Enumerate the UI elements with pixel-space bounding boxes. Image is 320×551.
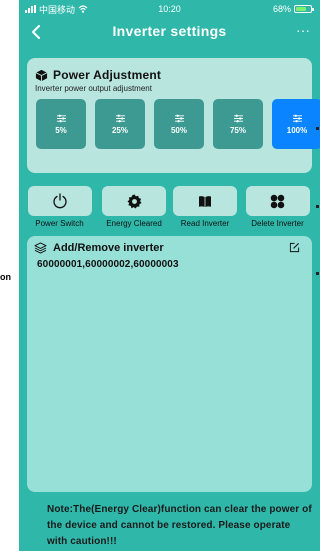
power-level-50-button[interactable]: 50%: [154, 99, 204, 149]
power-level-label: 5%: [55, 125, 67, 135]
delete-inverter-label: Delete Inverter: [251, 219, 304, 228]
power-level-label: 25%: [111, 125, 128, 135]
layers-icon: [34, 242, 47, 254]
book-icon: [199, 195, 211, 207]
cube-icon: [35, 69, 48, 81]
inverter-list-card: Add/Remove inverter 60000001,60000002,60…: [27, 236, 312, 492]
energy-clear-warning-note: Note:The(Energy Clear)function can clear…: [47, 504, 312, 547]
sliders-icon: [292, 114, 302, 122]
read-inverter-button[interactable]: Read Inverter: [173, 186, 237, 231]
power-level-label: 50%: [170, 125, 187, 135]
background-edge-text: on: [0, 272, 11, 282]
app-screen: 中国移动 10:20 68% Inverter settings ··· Pow…: [19, 0, 320, 551]
power-switch-button[interactable]: Power Switch: [27, 186, 92, 231]
power-adjustment-card: Power Adjustment Inverter power output a…: [27, 58, 320, 173]
clover-icon: [270, 194, 285, 208]
power-subtitle: Inverter power output adjustment: [35, 84, 152, 93]
sliders-icon: [115, 114, 125, 122]
edge-marker: [316, 272, 319, 275]
battery-icon: [294, 5, 314, 13]
status-right: 68%: [272, 4, 314, 14]
power-level-label: 75%: [229, 125, 246, 135]
power-switch-label: Power Switch: [35, 219, 84, 228]
energy-cleared-box: [102, 186, 166, 216]
sliders-icon: [174, 114, 184, 122]
power-header: Power Adjustment: [35, 68, 161, 82]
power-icon: [52, 193, 67, 209]
power-level-label: 100%: [286, 125, 308, 135]
inverter-list-header: Add/Remove inverter: [34, 242, 164, 254]
battery-percent: 68%: [272, 4, 291, 14]
sliders-icon: [233, 114, 243, 122]
power-title: Power Adjustment: [53, 68, 162, 82]
power-level-buttons: 5% 25% 50% 75% 100%: [36, 99, 320, 149]
delete-inverter-box: [245, 186, 310, 216]
power-level-5-button[interactable]: 5%: [36, 99, 86, 149]
edit-icon[interactable]: [289, 242, 300, 253]
gear-icon: [126, 193, 142, 209]
energy-cleared-button[interactable]: Energy Cleared: [99, 186, 169, 231]
power-level-100-button[interactable]: 100%: [272, 99, 320, 149]
inverter-id-list: 60000001,60000002,60000003: [37, 259, 179, 270]
power-level-75-button[interactable]: 75%: [213, 99, 263, 149]
read-inverter-box: [173, 186, 237, 216]
more-button[interactable]: ···: [292, 22, 314, 42]
page-title: Inverter settings: [112, 23, 227, 39]
edge-marker: [316, 127, 319, 130]
read-inverter-label: Read Inverter: [180, 219, 230, 228]
action-buttons: Power Switch Energy Cleared Read Inverte…: [27, 186, 312, 231]
inverter-list-title: Add/Remove inverter: [53, 242, 164, 254]
energy-cleared-label: Energy Cleared: [106, 219, 162, 228]
sliders-icon: [56, 114, 66, 122]
status-bar: 中国移动 10:20 68%: [19, 0, 320, 18]
delete-inverter-button[interactable]: Delete Inverter: [243, 186, 312, 231]
power-level-25-button[interactable]: 25%: [95, 99, 145, 149]
power-switch-box: [27, 186, 92, 216]
nav-bar: Inverter settings ···: [19, 18, 320, 46]
edge-marker: [316, 205, 319, 208]
